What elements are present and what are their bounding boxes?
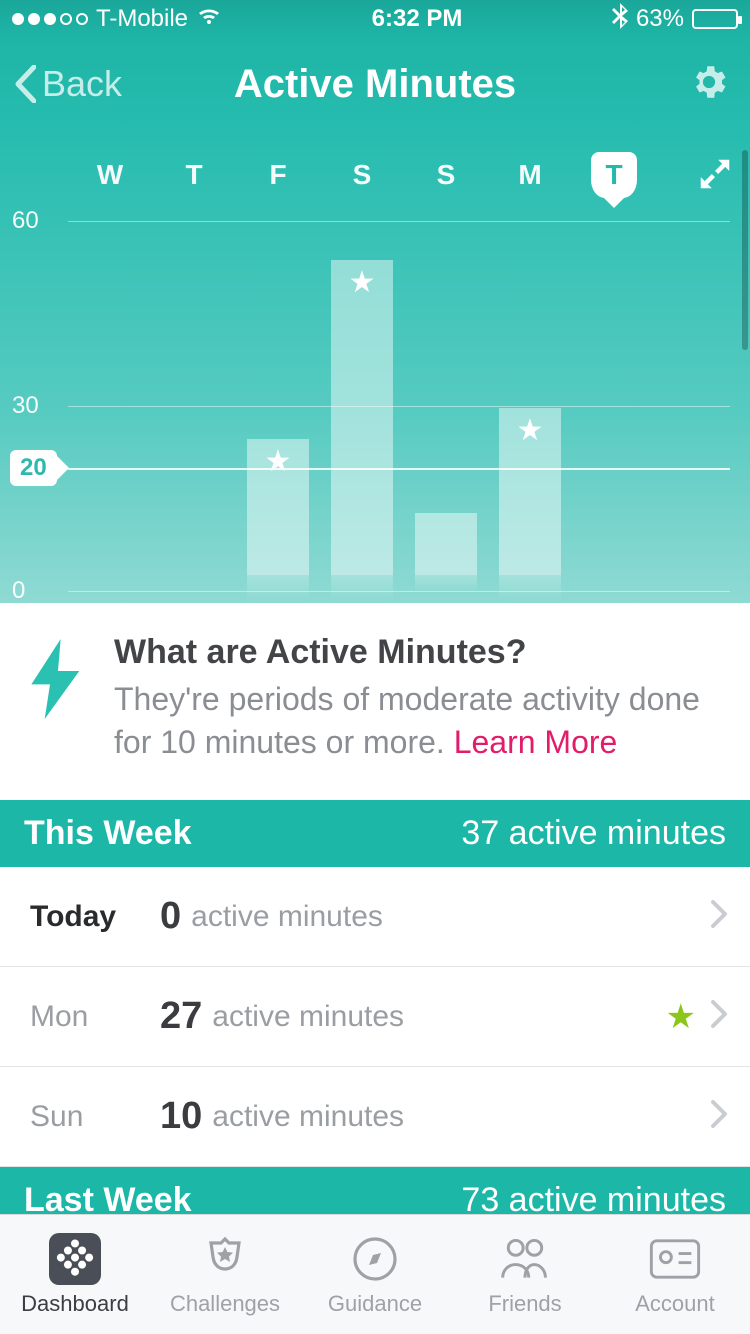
chart-ytick: 0 — [12, 577, 25, 605]
challenges-icon — [199, 1233, 251, 1285]
account-icon — [649, 1233, 701, 1285]
star-icon: ★ — [517, 416, 544, 446]
bluetooth-icon — [612, 3, 628, 36]
info-title: What are Active Minutes? — [114, 633, 724, 672]
page-title: Active Minutes — [234, 62, 516, 107]
tab-label: Friends — [488, 1291, 561, 1317]
chart-day-label[interactable]: F — [236, 159, 320, 191]
star-icon: ★ — [349, 268, 376, 298]
scroll-indicator[interactable] — [742, 150, 748, 350]
expand-chart-button[interactable] — [696, 155, 734, 198]
tab-label: Challenges — [170, 1291, 280, 1317]
row-day: Today — [30, 900, 160, 934]
history-row[interactable]: Mon27 active minutes★ — [0, 967, 750, 1067]
goal-marker: 20 — [10, 450, 57, 486]
tab-guidance[interactable]: Guidance — [300, 1215, 450, 1334]
chart-day-label[interactable]: S — [404, 159, 488, 191]
info-card: What are Active Minutes? They're periods… — [0, 603, 750, 800]
back-label: Back — [42, 63, 122, 105]
row-unit: active minutes — [212, 1100, 710, 1134]
chevron-right-icon — [710, 1099, 728, 1134]
history-row[interactable]: Sun10 active minutes — [0, 1067, 750, 1167]
chart-day-axis: WTFSSMT — [0, 129, 750, 201]
info-body: They're periods of moderate activity don… — [114, 678, 724, 764]
row-day: Sun — [30, 1100, 160, 1134]
section-summary: 37 active minutes — [461, 814, 726, 853]
star-icon: ★ — [265, 447, 292, 477]
bolt-icon — [26, 639, 90, 764]
chart-bar[interactable]: ★ — [331, 260, 393, 575]
status-bar: T-Mobile 6:32 PM 63% — [0, 0, 750, 39]
chart-day-label[interactable]: T — [572, 152, 656, 198]
chart-ytick: 60 — [12, 207, 39, 235]
chevron-right-icon — [710, 899, 728, 934]
learn-more-link[interactable]: Learn More — [454, 724, 618, 760]
clock: 6:32 PM — [372, 5, 463, 33]
chevron-left-icon — [14, 65, 36, 103]
tab-account[interactable]: Account — [600, 1215, 750, 1334]
chevron-right-icon — [710, 999, 728, 1034]
section-header: This Week 37 active minutes — [0, 800, 750, 867]
row-value: 0 — [160, 895, 181, 938]
tab-label: Guidance — [328, 1291, 422, 1317]
history-row[interactable]: Today0 active minutes — [0, 867, 750, 967]
tab-friends[interactable]: Friends — [450, 1215, 600, 1334]
chart-day-label[interactable]: M — [488, 159, 572, 191]
chart-day-label[interactable]: W — [68, 159, 152, 191]
gear-icon — [688, 61, 730, 103]
signal-dots-icon — [12, 13, 88, 25]
battery-icon — [692, 9, 738, 29]
chart-bar[interactable] — [415, 513, 477, 575]
active-minutes-chart[interactable]: WTFSSMT ★★★ 0306020 — [0, 129, 750, 602]
dashboard-icon — [49, 1233, 101, 1285]
chart-day-label[interactable]: S — [320, 159, 404, 191]
chart-day-label[interactable]: T — [152, 159, 236, 191]
chart-bar[interactable]: ★ — [499, 408, 561, 575]
chart-ytick: 30 — [12, 392, 39, 420]
row-value: 27 — [160, 995, 202, 1038]
wifi-icon — [196, 5, 222, 33]
battery-pct: 63% — [636, 5, 684, 33]
settings-button[interactable] — [688, 61, 730, 108]
chart-plot-area: ★★★ 0306020 — [0, 221, 750, 602]
tab-dashboard[interactable]: Dashboard — [0, 1215, 150, 1334]
row-day: Mon — [30, 1000, 160, 1034]
nav-header: Back Active Minutes — [0, 39, 750, 130]
row-value: 10 — [160, 1095, 202, 1138]
chart-bar[interactable]: ★ — [247, 439, 309, 575]
section-label: This Week — [24, 814, 192, 853]
star-icon: ★ — [666, 997, 696, 1037]
row-unit: active minutes — [212, 1000, 665, 1034]
expand-icon — [696, 155, 734, 193]
friends-icon — [499, 1233, 551, 1285]
tab-label: Account — [635, 1291, 715, 1317]
back-button[interactable]: Back — [14, 63, 122, 105]
carrier-label: T-Mobile — [96, 5, 188, 33]
tab-bar: Dashboard Challenges Guidance Friends Accoun… — [0, 1214, 750, 1334]
tab-challenges[interactable]: Challenges — [150, 1215, 300, 1334]
tab-label: Dashboard — [21, 1291, 129, 1317]
guidance-icon — [349, 1233, 401, 1285]
row-unit: active minutes — [191, 900, 710, 934]
